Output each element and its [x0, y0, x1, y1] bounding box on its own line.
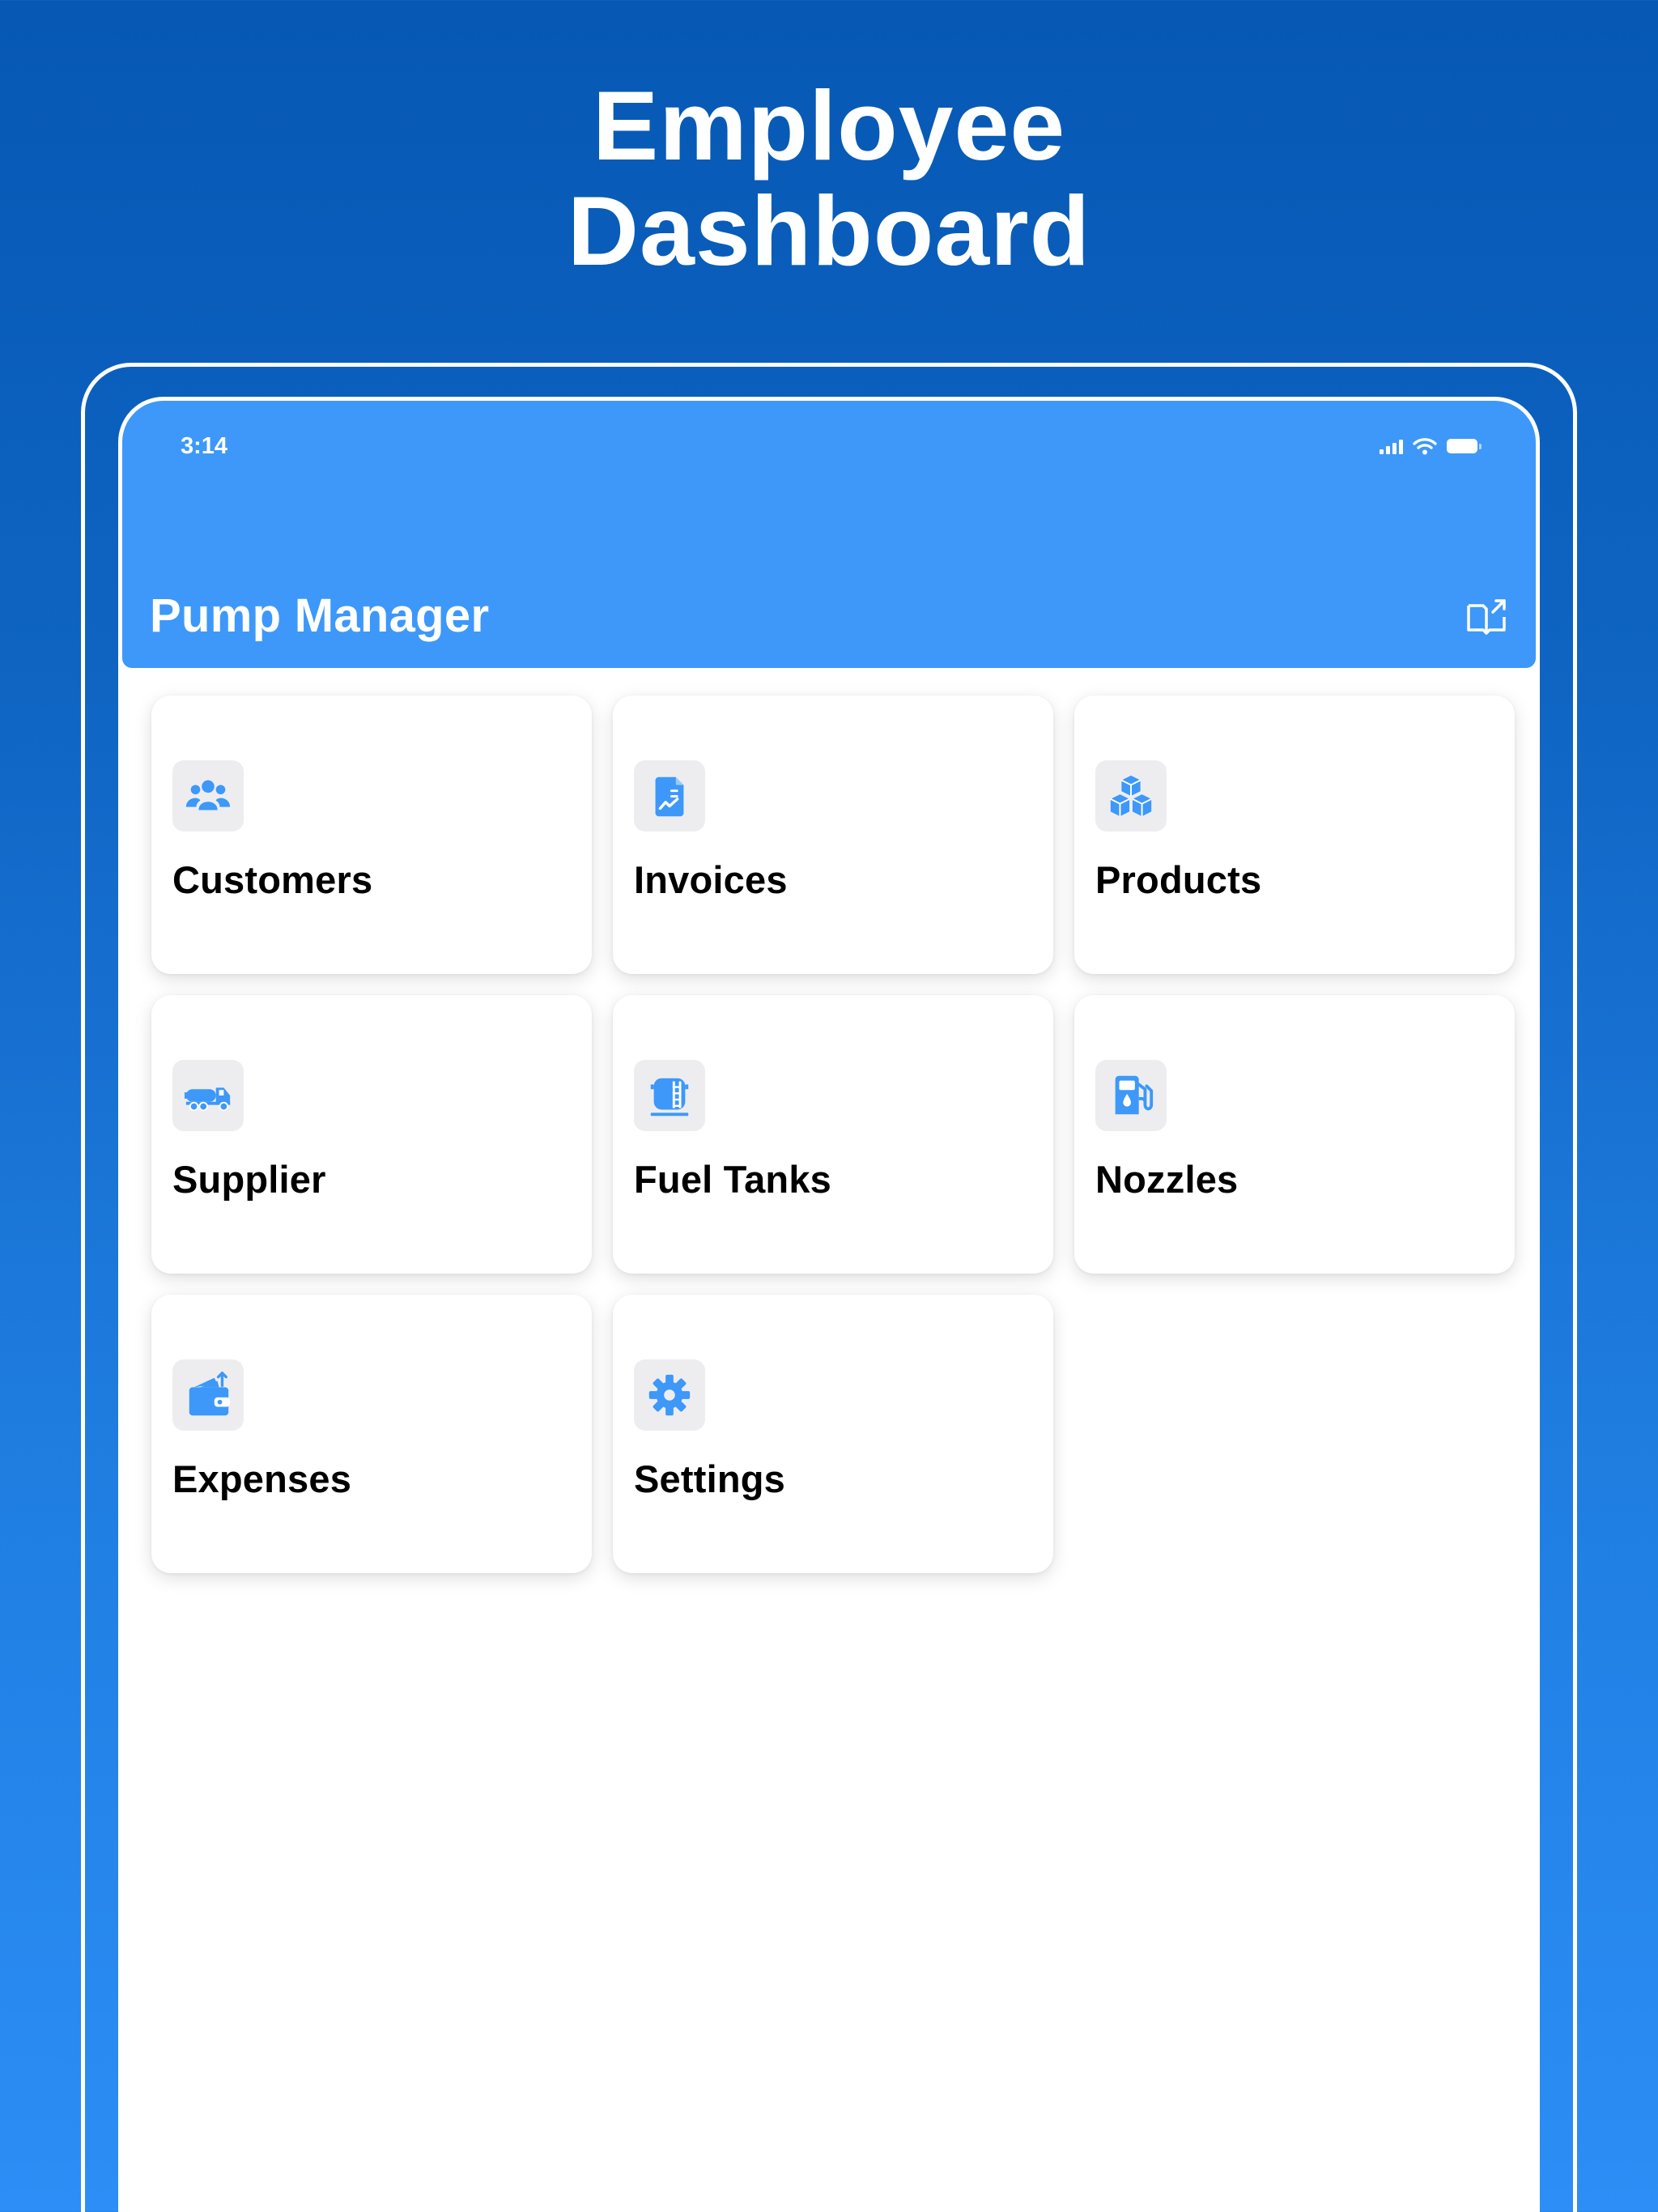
menu-card-settings[interactable]: Settings	[613, 1295, 1053, 1573]
users-icon	[185, 780, 231, 810]
menu-card-invoices[interactable]: Invoices	[613, 696, 1053, 974]
marketing-headline-line1: Employee	[592, 70, 1066, 181]
fuel-pump-icon	[1115, 1075, 1154, 1115]
fuel-tank-icon	[650, 1078, 689, 1117]
menu-card-supplier[interactable]: Supplier	[151, 995, 592, 1274]
menu-grid: Customers Invoices Products Supplier Fue…	[151, 696, 1515, 1573]
app-header: 3:14 Pump Manager	[122, 401, 1536, 668]
book-export-icon	[1467, 599, 1506, 635]
menu-card-label: Nozzles	[1095, 1158, 1239, 1201]
menu-card-products[interactable]: Products	[1074, 696, 1515, 974]
tanker-truck-icon	[184, 1087, 231, 1112]
menu-card-expenses[interactable]: Expenses	[151, 1295, 592, 1573]
wifi-icon	[1413, 438, 1437, 455]
status-time: 3:14	[181, 433, 228, 459]
battery-icon	[1447, 439, 1482, 453]
wallet-icon	[189, 1372, 231, 1416]
app-title: Pump Manager	[150, 589, 490, 642]
menu-card-label: Expenses	[172, 1457, 352, 1500]
menu-card-label: Products	[1095, 858, 1262, 901]
marketing-headline-line2: Dashboard	[567, 176, 1091, 286]
marketing-headline: Employee Dashboard	[0, 73, 1658, 283]
device-screen: 3:14 Pump Manager Customers Invoices Pro…	[118, 397, 1540, 2212]
status-icons	[1380, 436, 1482, 456]
menu-card-label: Invoices	[634, 858, 788, 901]
menu-card-nozzles[interactable]: Nozzles	[1074, 995, 1515, 1274]
menu-card-label: Customers	[172, 858, 373, 901]
book-export-button[interactable]	[1465, 595, 1508, 639]
menu-card-customers[interactable]: Customers	[151, 696, 592, 974]
invoice-icon	[655, 776, 684, 817]
gear-icon	[648, 1374, 691, 1416]
menu-card-label: Fuel Tanks	[634, 1158, 832, 1201]
menu-card-label: Supplier	[172, 1158, 326, 1201]
menu-card-label: Settings	[634, 1457, 786, 1500]
menu-card-fuel-tanks[interactable]: Fuel Tanks	[613, 995, 1053, 1274]
boxes-icon	[1110, 775, 1152, 817]
cellular-signal-icon	[1380, 438, 1403, 454]
